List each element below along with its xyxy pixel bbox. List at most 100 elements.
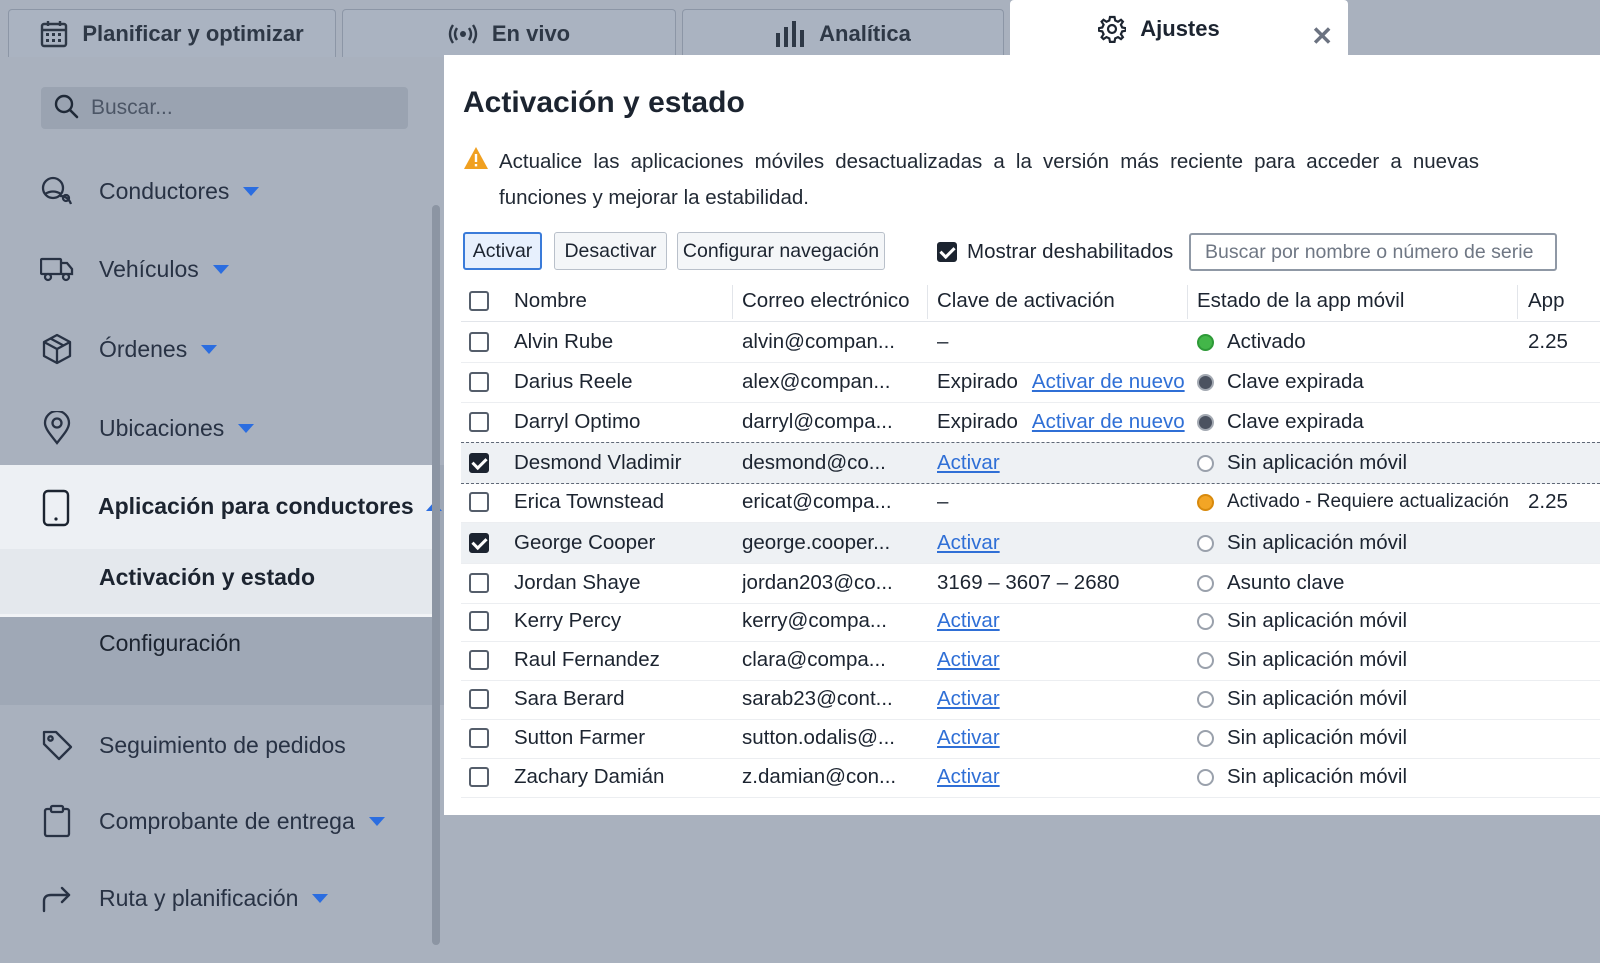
tab-analitica[interactable]: Analítica xyxy=(682,9,1004,57)
search-input[interactable] xyxy=(89,95,393,121)
driver-email: desmond@co... xyxy=(742,451,886,474)
activate-link[interactable]: Activar xyxy=(937,765,1000,789)
activation-key: Activar xyxy=(937,679,1187,719)
row-checkbox[interactable] xyxy=(469,372,489,392)
tab-label: Ajustes xyxy=(1140,16,1220,41)
sidebar-scrollbar[interactable] xyxy=(432,205,440,945)
driver-email: sutton.odalis@... xyxy=(742,726,895,749)
app-version xyxy=(1528,523,1600,563)
activate-link[interactable]: Activar de nuevo xyxy=(1032,410,1185,434)
column-header[interactable]: Clave de activación xyxy=(937,281,1187,321)
sidebar-item-seguimiento[interactable]: Seguimiento de pedidos xyxy=(0,727,444,763)
status-text: Sin aplicación móvil xyxy=(1227,687,1408,710)
sidebar-item-label: Aplicación para conductores xyxy=(98,493,414,519)
table-row[interactable]: Desmond Vladimir desmond@co... Activar Sin … xyxy=(461,442,1600,484)
row-checkbox[interactable] xyxy=(469,767,489,787)
select-all-checkbox[interactable] xyxy=(469,291,489,311)
status-dot-icon xyxy=(1197,413,1214,431)
sidebar-item-ruta[interactable]: Ruta y planificación xyxy=(0,880,444,916)
column-divider xyxy=(1187,285,1188,319)
tab-label: Planificar y optimizar xyxy=(82,20,304,46)
chevron-down-icon xyxy=(201,344,218,354)
row-checkbox[interactable] xyxy=(469,332,489,352)
row-checkbox[interactable] xyxy=(469,453,489,473)
table-row[interactable]: Erica Townstead ericat@compa... – Activado … xyxy=(461,482,1600,523)
table-header: Nombre Correo electrónico Clave de activ… xyxy=(461,281,1600,322)
activate-button[interactable]: Activar xyxy=(463,232,542,270)
row-checkbox[interactable] xyxy=(469,611,489,631)
sidebar-item-label: Seguimiento de pedidos xyxy=(99,731,346,758)
table-row[interactable]: Sutton Farmer sutton.odalis@... Activar Sin… xyxy=(461,718,1600,759)
app-status: Asunto clave xyxy=(1197,563,1517,603)
status-dot-icon xyxy=(1197,493,1214,511)
tab-en-vivo[interactable]: En vivo xyxy=(342,9,676,57)
app-status: Sin aplicación móvil xyxy=(1197,757,1517,797)
column-header[interactable]: Correo electrónico xyxy=(742,281,922,321)
sidebar-subitem-configuracion[interactable]: Configuración xyxy=(0,625,444,661)
table-row[interactable]: George Cooper george.cooper... Activar Sin … xyxy=(461,523,1600,564)
table-search-input[interactable] xyxy=(1189,233,1557,271)
row-checkbox[interactable] xyxy=(469,650,489,670)
column-divider xyxy=(927,285,928,319)
column-header[interactable]: Estado de la app móvil xyxy=(1197,281,1517,321)
row-checkbox[interactable] xyxy=(469,573,489,593)
status-dot-icon xyxy=(1197,768,1214,786)
app-version: 2.25 xyxy=(1528,330,1568,353)
sidebar-item-aplicacion-conductores[interactable]: Aplicación para conductores xyxy=(0,465,442,549)
sidebar-subitem-activacion[interactable]: Activación y estado xyxy=(0,549,437,617)
sidebar-item-conductores[interactable]: Conductores xyxy=(0,173,444,209)
status-dot-icon xyxy=(1197,574,1214,592)
activate-link[interactable]: Activar de nuevo xyxy=(1032,370,1185,394)
driver-name: Darryl Optimo xyxy=(514,410,641,433)
table-row[interactable]: Darius Reele alex@compan... Expirado Activa… xyxy=(461,362,1600,403)
deactivate-button[interactable]: Desactivar xyxy=(554,232,667,270)
driver-name: Raul Fernandez xyxy=(514,648,660,671)
activation-key: Expirado Activar de nuevo xyxy=(937,402,1187,442)
row-checkbox[interactable] xyxy=(469,412,489,432)
table-row[interactable]: Sara Berard sarab23@cont... Activar Sin apl… xyxy=(461,679,1600,720)
search-icon xyxy=(53,93,79,124)
tab-planificar[interactable]: Planificar y optimizar xyxy=(8,9,336,57)
status-dot-icon xyxy=(1197,534,1214,552)
column-header[interactable]: App xyxy=(1528,281,1600,321)
status-text: Sin aplicación móvil xyxy=(1227,648,1408,671)
row-checkbox[interactable] xyxy=(469,533,489,553)
tab-ajustes[interactable]: Ajustes ✕ xyxy=(1010,0,1348,57)
table-row[interactable]: Zachary Damián z.damian@con... Activar Sin … xyxy=(461,757,1600,798)
table-row[interactable]: Jordan Shaye jordan203@co... 3169 – 3607 –… xyxy=(461,563,1600,604)
close-icon[interactable]: ✕ xyxy=(1311,23,1333,49)
app-version xyxy=(1528,601,1600,641)
table-row[interactable]: Kerry Percy kerry@compa... Activar Sin apli… xyxy=(461,601,1600,642)
sidebar-item-ordenes[interactable]: Órdenes xyxy=(0,331,444,367)
sidebar-item-vehiculos[interactable]: Vehículos xyxy=(0,251,444,287)
driver-name: George Cooper xyxy=(514,531,656,554)
table-row[interactable]: Darryl Optimo darryl@compa... Expirado Acti… xyxy=(461,402,1600,443)
activation-key-text: – xyxy=(937,490,949,513)
show-disabled-toggle[interactable]: Mostrar deshabilitados xyxy=(937,240,1173,264)
driver-name: Jordan Shaye xyxy=(514,571,641,594)
activation-key: – xyxy=(937,482,1187,522)
row-checkbox[interactable] xyxy=(469,689,489,709)
activate-link[interactable]: Activar xyxy=(937,687,1000,711)
activate-link[interactable]: Activar xyxy=(937,726,1000,750)
tag-icon xyxy=(40,728,74,762)
row-checkbox[interactable] xyxy=(469,728,489,748)
status-text: Clave expirada xyxy=(1227,370,1364,393)
table-row[interactable]: Alvin Rube alvin@compan... – Activado 2.25 xyxy=(461,322,1600,363)
sidebar-item-comprobante[interactable]: Comprobante de entrega xyxy=(0,803,444,839)
column-header[interactable]: Nombre xyxy=(514,281,724,321)
configure-navigation-button[interactable]: Configurar navegación xyxy=(677,232,885,270)
status-text: Sin aplicación móvil xyxy=(1227,765,1408,788)
activate-link[interactable]: Activar xyxy=(937,609,1000,633)
app-status: Activado - Requiere actualización xyxy=(1197,482,1517,522)
activate-link[interactable]: Activar xyxy=(937,648,1000,672)
map-pin-icon xyxy=(40,411,74,445)
table-row[interactable]: Raul Fernandez clara@compa... Activar Sin a… xyxy=(461,640,1600,681)
show-disabled-checkbox[interactable] xyxy=(937,242,957,262)
activate-link[interactable]: Activar xyxy=(937,451,1000,475)
sidebar-item-label: Comprobante de entrega xyxy=(99,807,355,834)
sidebar-item-ubicaciones[interactable]: Ubicaciones xyxy=(0,410,444,446)
app-version: 2.25 xyxy=(1528,490,1568,513)
activate-link[interactable]: Activar xyxy=(937,531,1000,555)
row-checkbox[interactable] xyxy=(469,492,489,512)
